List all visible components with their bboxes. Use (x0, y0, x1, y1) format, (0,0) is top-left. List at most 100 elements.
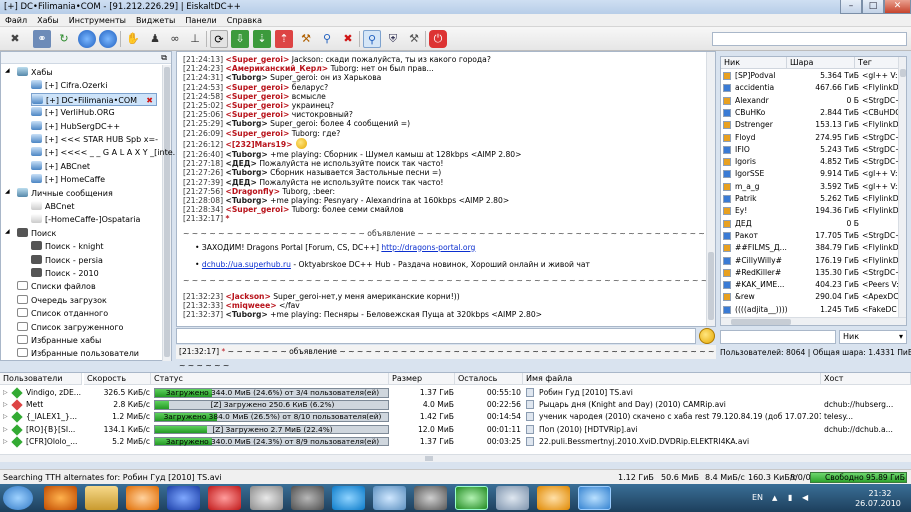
user-row[interactable]: &rew 290.04 ГиБ <ApexDC+ (721, 291, 902, 304)
language-indicator[interactable]: EN (752, 493, 763, 502)
chat-nick[interactable]: <[232]Mars19> (225, 140, 292, 149)
user-filter-input[interactable] (720, 330, 836, 344)
announce-link[interactable]: http://dragons-portal.org (381, 243, 475, 252)
volume-icon[interactable]: ◀ (802, 493, 808, 502)
filelist-icon[interactable]: ⊥ (186, 30, 204, 48)
tree-item-hub[interactable]: [+] HubSergDC++ (31, 120, 120, 133)
transfer-row[interactable]: ▷ [RO]{B}[SI... 134.1 КиБ/с [Z] Загружено 2… (0, 423, 906, 436)
refresh-share-icon[interactable]: ⟳ (210, 30, 228, 48)
user-row[interactable]: #CillyWilly# 176.19 ГиБ<FlylinkDC+ (721, 255, 902, 268)
messenger-icon[interactable] (167, 486, 200, 510)
chat-input[interactable] (176, 328, 696, 344)
tree-item-pm[interactable]: ABCnet (31, 200, 75, 213)
chat-nick[interactable]: <ДЕД> (225, 159, 256, 168)
tree-item-hub[interactable]: [+] VerliHub.ORG (31, 106, 115, 119)
clock-date[interactable]: 26.07.2010 (850, 499, 906, 508)
menu-item[interactable]: Хабы (32, 14, 64, 27)
menu-item[interactable]: Файл (0, 14, 32, 27)
network-icon[interactable]: ▮ (788, 493, 792, 502)
expand-icon[interactable]: ◢ (5, 228, 10, 235)
explorer-icon[interactable] (85, 486, 118, 510)
reconnect-icon[interactable]: ↻ (55, 30, 73, 48)
broom-icon[interactable]: ⚒ (297, 30, 315, 48)
pin-icon[interactable] (208, 486, 241, 510)
utorrent-icon[interactable] (455, 486, 488, 510)
finished-downloads-icon[interactable]: ⇣ (253, 30, 271, 48)
column-nick[interactable]: Ник (721, 57, 787, 69)
column-tag[interactable]: Тег (855, 57, 899, 69)
quit-icon[interactable]: ⏻ (429, 30, 447, 48)
menu-item[interactable]: Справка (222, 14, 267, 27)
smiley-icon[interactable] (699, 328, 715, 344)
chat-nick[interactable]: <Tuborg> (225, 73, 267, 82)
transfer-row[interactable]: ▷ [CFR]Ololo_... 5.2 МиБ/с Загружено 340.0 … (0, 436, 906, 448)
chat-scrollbar[interactable] (706, 52, 715, 326)
firefox-icon[interactable] (44, 486, 77, 510)
tray-arrow-icon[interactable]: ▲ (772, 494, 777, 502)
user-row[interactable]: Floyd 274.95 ГиБ<StrgDC++ (721, 132, 902, 145)
transfers-column-header[interactable]: Пользователи (0, 373, 82, 385)
expand-icon[interactable]: ▷ (3, 387, 8, 399)
hardware-icon[interactable] (414, 486, 447, 510)
expand-icon[interactable]: ◢ (5, 67, 10, 74)
tree-item-search-tab[interactable]: Поиск - persia (31, 254, 103, 267)
start-button[interactable] (3, 486, 33, 510)
quick-search-input[interactable] (712, 32, 907, 46)
transfers-column-header[interactable]: Статус (151, 373, 389, 385)
chat-nick[interactable]: <miqweee> (225, 301, 276, 310)
user-row[interactable]: Ракот 17.705 ТиБ<StrgDC++ (721, 230, 902, 243)
media-player-icon[interactable] (126, 486, 159, 510)
chat-nick[interactable]: <Dragonfly> (225, 187, 280, 196)
system-icon[interactable] (291, 486, 324, 510)
skype-icon[interactable] (332, 486, 365, 510)
user-row[interactable]: ((((adjita__)))) 1.245 ТиБ <FakeDC V: (721, 304, 902, 317)
expand-icon[interactable]: ▷ (3, 411, 8, 423)
settings-icon[interactable]: ✖ (6, 30, 24, 48)
maximize-button[interactable]: □ (862, 0, 884, 14)
chat-nick[interactable]: <Tuborg> (225, 168, 267, 177)
filter-column-select[interactable]: Ник ▾ (839, 330, 907, 344)
chat-nick[interactable]: * (225, 214, 229, 223)
transfer-row[interactable]: ▷ Mett 2.8 КиБ/с [Z] Загружено 250.6 КиБ (6… (0, 399, 906, 411)
users-hscrollbar[interactable] (721, 317, 906, 325)
user-row[interactable]: ДЕД 0 Б (721, 218, 899, 231)
user-row[interactable]: #RedKiller# 135.30 ГиБ<StrgDC++ (721, 267, 902, 280)
favorite-hubs-icon[interactable] (99, 30, 117, 48)
clock-time[interactable]: 21:32 (860, 489, 900, 498)
download-queue-icon[interactable]: ⇩ (231, 30, 249, 48)
transfers-column-header[interactable]: Хост (821, 373, 911, 385)
tree-item-other[interactable]: Список загруженного (17, 321, 123, 334)
transfers-hscrollbar[interactable] (0, 454, 911, 462)
user-row[interactable]: IFIO 5.243 ТиБ<StrgDC++ (721, 144, 902, 157)
virtualbox-icon[interactable] (496, 486, 529, 510)
user-row[interactable]: [SP]Podval 5.364 ТиБ <gl++ V:0. (721, 70, 902, 83)
minimize-button[interactable]: – (840, 0, 862, 14)
close-button[interactable]: ✕ (884, 0, 911, 14)
column-share[interactable]: Шара (787, 57, 855, 69)
user-row[interactable]: Patrik 5.262 ТиБ<FlylinkDC+ (721, 193, 902, 206)
expand-icon[interactable]: ▷ (3, 399, 8, 411)
tree-item-hub[interactable]: [+] <<<< _ _ G A L A X Y _[inte... (31, 146, 180, 159)
users-scrollbar[interactable] (898, 57, 906, 317)
close-panel-icon[interactable]: ⧉ (161, 53, 167, 63)
chat-nick[interactable]: <Tuborg> (225, 119, 267, 128)
user-row[interactable]: IgorSSE 9.914 ТиБ <gl++ V:0. (721, 168, 902, 181)
tree-item-other[interactable]: Очередь загрузок (17, 294, 107, 307)
chat-nick[interactable]: <Tuborg> (225, 150, 267, 159)
chat-nick[interactable]: <Американский_Керл> (225, 64, 328, 73)
eiskaltdc-icon[interactable] (578, 486, 611, 510)
tree-item-other[interactable]: Избранные хабы (17, 334, 101, 347)
user-row[interactable]: Dstrenger 153.13 ГиБ<FlylinkDC+ (721, 119, 902, 132)
chat-nick[interactable]: <Super_geroi> (225, 129, 289, 138)
paint-icon[interactable] (373, 486, 406, 510)
tree-item-pm[interactable]: [-HomeCaffe-]Ospataria (31, 213, 140, 226)
transfers-column-header[interactable]: Осталось (455, 373, 523, 385)
chat-nick[interactable]: <Jackson> (225, 292, 270, 301)
transfers-column-header[interactable]: Имя файла (523, 373, 821, 385)
tree-item-hub[interactable]: [+] HomeCaffe (31, 173, 105, 186)
tree-item-hub[interactable]: [+] Cifra.Ozerki (31, 79, 107, 92)
hub-close-icon[interactable]: ✖ (146, 94, 153, 107)
shield-icon[interactable]: ⛨ (384, 30, 402, 48)
announce-link[interactable]: dchub://ua.superhub.ru (202, 260, 291, 269)
chat-nick[interactable]: <ДЕД> (225, 178, 256, 187)
